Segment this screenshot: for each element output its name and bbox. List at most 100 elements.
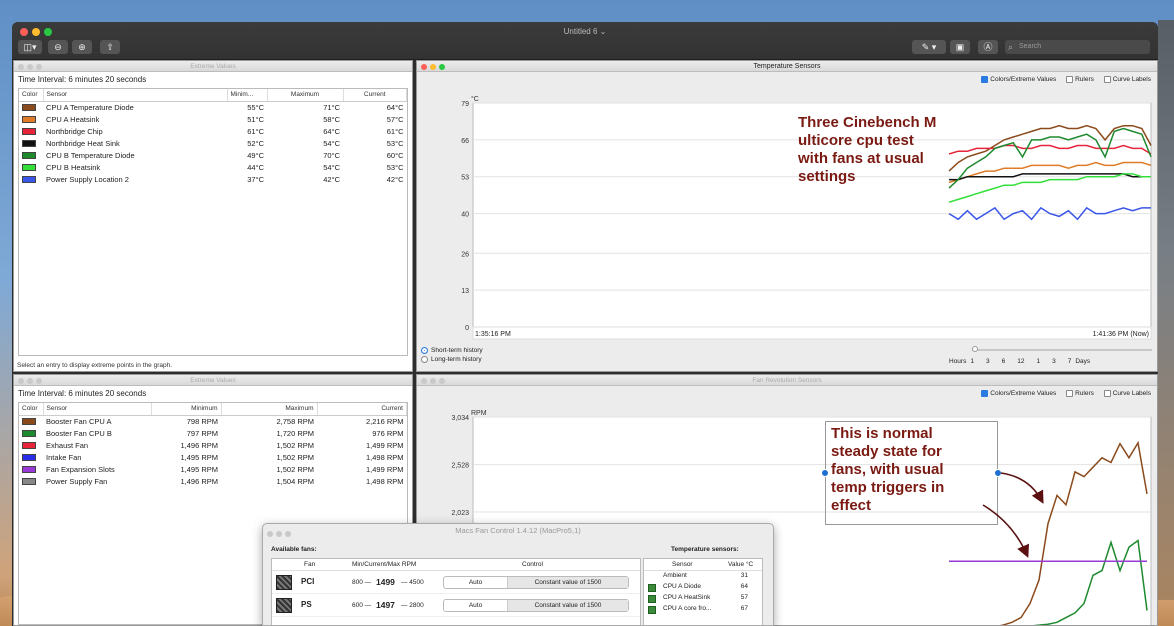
y-tick-label: 53 — [461, 175, 469, 182]
sensor-list: Sensor Value °C Ambient 31 CPU A Diode 64 CP… — [643, 558, 763, 625]
sensor-value: 57 — [740, 594, 748, 601]
col-current[interactable]: Current — [317, 403, 407, 416]
sensor-row[interactable]: CPU A HeatSink 57 — [644, 593, 762, 604]
opt-curve-labels[interactable]: Curve Labels — [1103, 76, 1151, 83]
color-cell — [19, 427, 43, 439]
window-title[interactable]: Untitled 6 ⌄ — [12, 27, 1158, 36]
panel-title: Temperature Sensors — [753, 63, 821, 70]
table-row[interactable]: Booster Fan CPU A 798 RPM 2,758 RPM 2,216 R… — [19, 415, 407, 427]
sensor-name: Booster Fan CPU B — [46, 428, 112, 438]
col-max[interactable]: Maximum — [267, 89, 344, 102]
fan-row-ps[interactable]: PS 600 — 1497 — 2800 Auto Constant value… — [272, 594, 640, 617]
y-tick-label: 79 — [461, 101, 469, 108]
table-row[interactable]: Northbridge Heat Sink 52°C 54°C 53°C — [19, 137, 407, 149]
col-min[interactable]: Minim... — [227, 89, 268, 102]
chip-icon — [648, 584, 656, 592]
col-color[interactable]: Color — [19, 89, 44, 102]
scale-tick: 3 — [985, 358, 990, 365]
history-slider[interactable] — [972, 346, 1152, 352]
min-value: 51°C — [247, 114, 264, 124]
current-value: 60°C — [386, 150, 404, 160]
max-value: 54°C — [323, 138, 340, 148]
col-sensor[interactable]: Sensor — [43, 89, 228, 102]
color-swatch — [22, 466, 36, 474]
col-value: Value °C — [728, 561, 754, 568]
chip-icon — [648, 595, 656, 603]
temperature-chart[interactable]: 0 13 26 40 53 66 79°C 1:35:16 PM 1:41:36 PM (Now… — [417, 89, 1157, 343]
table-row[interactable]: CPU A Temperature Diode 55°C 71°C 64°C — [19, 101, 407, 113]
share-icon[interactable]: ⇧ — [100, 40, 120, 54]
annotate-icon[interactable]: Ⓐ — [978, 40, 998, 54]
color-cell — [19, 137, 43, 149]
current-value: 57°C — [386, 114, 404, 124]
fan-min: 800 — — [352, 579, 372, 586]
sensor-name: Exhaust Fan — [46, 440, 89, 450]
sensor-row[interactable]: Ambient 31 — [644, 571, 762, 582]
long-term-radio[interactable]: Long-term history — [421, 356, 483, 363]
sensor-row[interactable]: CPU A core fro... 67 — [644, 604, 762, 615]
col-current[interactable]: Current — [343, 89, 407, 102]
slider-knob[interactable] — [972, 346, 978, 352]
mfc-titlebar: Macs Fan Control 1.4.12 (MacPro5,1) — [263, 524, 773, 538]
scale-tick: 7 — [1067, 358, 1072, 365]
table-row[interactable]: Power Supply Fan 1,496 RPM 1,504 RPM 1,498 … — [19, 475, 407, 487]
min-value: 1,495 RPM — [180, 464, 218, 474]
fan-control-segment[interactable]: Auto Constant value of 1500 — [443, 576, 629, 589]
current-value: 64°C — [386, 102, 404, 112]
table-row[interactable]: CPU B Temperature Diode 49°C 70°C 60°C — [19, 149, 407, 161]
opt-rulers[interactable]: Rulers — [1066, 76, 1094, 83]
custom-button[interactable]: Constant value of 1500 — [508, 600, 628, 611]
color-cell — [19, 451, 43, 463]
markup-pen-icon[interactable]: ✎ ▾ — [912, 40, 946, 54]
current-value: 976 RPM — [372, 428, 404, 438]
sensor-name: CPU B Temperature Diode — [46, 150, 135, 160]
col-min[interactable]: Minimum — [151, 403, 222, 416]
min-value: 1,495 RPM — [180, 452, 218, 462]
sensor-name: Ambient — [663, 572, 687, 579]
sensor-row[interactable]: CPU A Diode 64 — [644, 582, 762, 593]
table-row[interactable]: Northbridge Chip 61°C 64°C 61°C — [19, 125, 407, 137]
auto-button[interactable]: Auto — [444, 600, 508, 611]
zoom-in-icon[interactable]: ⊕ — [72, 40, 92, 54]
panel-titlebar: Extreme Values — [14, 375, 412, 386]
table-row[interactable]: Booster Fan CPU B 797 RPM 1,720 RPM 976 RPM — [19, 427, 407, 439]
scale-tick: 1 — [1036, 358, 1041, 365]
fan-list-header: Fan Min/Current/Max RPM Control — [272, 559, 640, 571]
current-value: 1,499 RPM — [365, 440, 404, 450]
table-row[interactable]: CPU A Heatsink 51°C 58°C 57°C — [19, 113, 407, 125]
color-swatch — [22, 164, 36, 172]
window-titlebar: Untitled 6 ⌄ ◫▾ ⊖ ⊕ ⇧ ✎ ▾ ▣ Ⓐ Search — [12, 22, 1158, 60]
chip-icon — [648, 606, 656, 614]
time-interval: Time Interval: 6 minutes 20 seconds — [18, 75, 147, 84]
color-swatch — [22, 442, 36, 450]
scale-tick: 6 — [1001, 358, 1006, 365]
min-value: 797 RPM — [186, 428, 218, 438]
zoom-out-icon[interactable]: ⊖ — [48, 40, 68, 54]
short-term-radio[interactable]: Short-term history — [421, 347, 483, 354]
max-value: 2,758 RPM — [276, 416, 314, 426]
opt-colors[interactable]: Colors/Extreme Values — [981, 76, 1056, 83]
fan-row-pci[interactable]: PCI 800 — 1499 — 4500 Auto Constant valu… — [272, 571, 640, 594]
table-row[interactable]: Fan Expansion Slots 1,495 RPM 1,502 RPM 1,4… — [19, 463, 407, 475]
max-value: 1,720 RPM — [276, 428, 314, 438]
table-row[interactable]: Intake Fan 1,495 RPM 1,502 RPM 1,498 RPM — [19, 451, 407, 463]
col-sensor[interactable]: Sensor — [43, 403, 152, 416]
sensor-name: Booster Fan CPU A — [46, 416, 112, 426]
color-swatch — [22, 176, 36, 184]
panel-title: Extreme Values — [190, 63, 236, 70]
table-row[interactable]: Power Supply Location 2 37°C 42°C 42°C — [19, 173, 407, 185]
table-row[interactable]: Exhaust Fan 1,496 RPM 1,502 RPM 1,499 RPM — [19, 439, 407, 451]
table-row[interactable]: CPU B Heatsink 44°C 54°C 53°C — [19, 161, 407, 173]
history-options: Short-term history Long-term history — [421, 347, 483, 363]
lock-icon[interactable]: ▣ — [950, 40, 970, 54]
available-fans-label: Available fans: — [271, 546, 317, 553]
custom-button[interactable]: Constant value of 1500 — [508, 577, 628, 588]
macs-fan-control-window: Macs Fan Control 1.4.12 (MacPro5,1) Avai… — [262, 523, 774, 626]
auto-button[interactable]: Auto — [444, 577, 508, 588]
col-max[interactable]: Maximum — [221, 403, 318, 416]
col-color[interactable]: Color — [19, 403, 44, 416]
search-input[interactable]: Search — [1005, 40, 1150, 54]
sidebar-toggle-icon[interactable]: ◫▾ — [18, 40, 42, 54]
fan-control-segment[interactable]: Auto Constant value of 1500 — [443, 599, 629, 612]
max-value: 58°C — [323, 114, 340, 124]
